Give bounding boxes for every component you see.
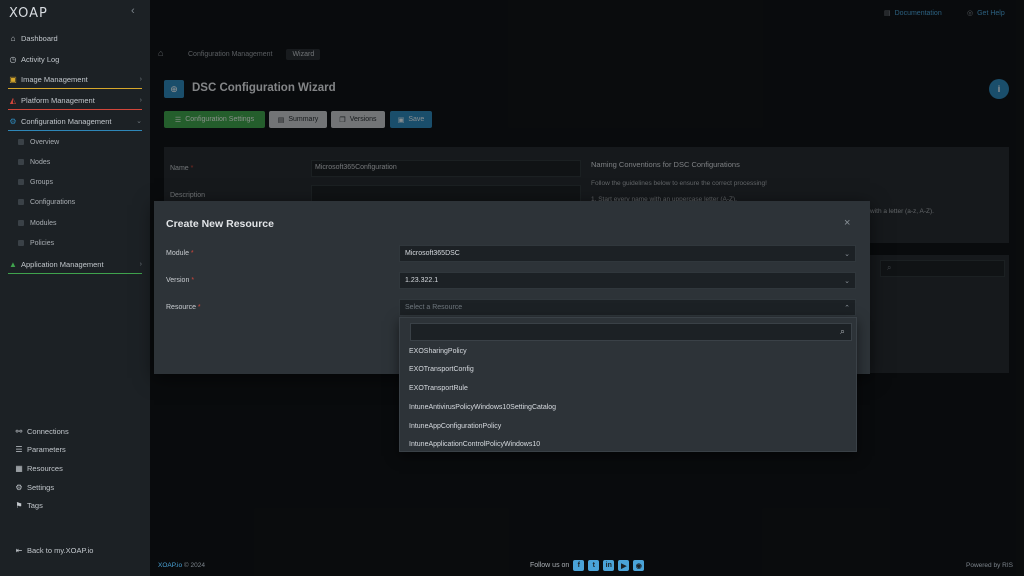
image-management-underline xyxy=(8,88,142,89)
configuration-management-underline xyxy=(8,130,142,131)
chevron-down-icon: ⌄ xyxy=(844,250,850,258)
sidebar-item-label: Dashboard xyxy=(21,33,58,43)
dashboard-icon: ⌂ xyxy=(10,33,16,43)
dropdown-option[interactable]: EXOTransportRule xyxy=(409,383,468,395)
sidebar-item-activity-log[interactable]: ◷ Activity Log xyxy=(8,51,142,67)
github-icon[interactable]: ◉ xyxy=(633,560,645,571)
resource-dropdown: ⌕ EXOSharingPolicy EXOTransportConfig EX… xyxy=(399,317,857,452)
sidebar-sub-policies[interactable]: Policies xyxy=(18,236,54,250)
sidebar-item-connections[interactable]: ⚯ Connections xyxy=(14,423,148,439)
sidebar: XOAP ‹ ⌂ Dashboard ◷ Activity Log ▣ Imag… xyxy=(0,0,150,576)
image-icon: ▣ xyxy=(9,74,17,84)
version-select[interactable]: 1.23.322.1 ⌄ xyxy=(399,272,856,289)
module-label: Module * xyxy=(166,250,194,257)
sidebar-item-label: Configuration Management xyxy=(21,116,112,126)
application-icon: ▲ xyxy=(9,259,17,269)
sidebar-item-configuration-management[interactable]: ⚙ Configuration Management ⌄ xyxy=(8,113,142,129)
chevron-down-icon: ⌄ xyxy=(844,277,850,285)
modal-title: Create New Resource xyxy=(166,218,274,230)
close-icon[interactable]: × xyxy=(844,217,850,229)
search-icon: ⌕ xyxy=(839,326,845,336)
xoap-logo[interactable]: XOAP xyxy=(9,6,48,21)
bullet-icon xyxy=(18,220,24,226)
back-to-portal-link[interactable]: ⇤ Back to my.XOAP.io xyxy=(14,542,148,558)
chevron-up-icon: ⌃ xyxy=(844,304,850,312)
resource-select[interactable]: Select a Resource ⌃ xyxy=(399,299,856,316)
sidebar-item-image-management[interactable]: ▣ Image Management › xyxy=(8,71,142,87)
sidebar-sub-nodes[interactable]: Nodes xyxy=(18,155,50,169)
youtube-icon[interactable]: ▶ xyxy=(618,560,630,571)
sidebar-item-parameters[interactable]: ☰ Parameters xyxy=(14,441,148,457)
sidebar-sub-overview[interactable]: Overview xyxy=(18,135,59,149)
twitter-icon[interactable]: t xyxy=(588,560,600,571)
sidebar-item-settings[interactable]: ⚙ Settings xyxy=(14,479,148,495)
dropdown-option[interactable]: IntuneApplicationControlPolicyWindows10 xyxy=(409,439,540,451)
bullet-icon xyxy=(18,199,24,205)
config-icon: ⚙ xyxy=(9,116,17,126)
footer-social: Follow us on f t in ▶ ◉ xyxy=(530,560,645,571)
chevron-right-icon: › xyxy=(139,96,142,104)
sidebar-item-application-management[interactable]: ▲ Application Management › xyxy=(8,256,142,272)
sidebar-sub-modules[interactable]: Modules xyxy=(18,216,56,230)
linkedin-icon[interactable]: in xyxy=(603,560,615,571)
collapse-sidebar-icon[interactable]: ‹ xyxy=(131,5,135,17)
chevron-right-icon: › xyxy=(139,75,142,83)
clock-icon: ◷ xyxy=(9,54,17,64)
facebook-icon[interactable]: f xyxy=(573,560,585,571)
sidebar-item-tags[interactable]: ⚑ Tags xyxy=(14,497,148,513)
version-label: Version * xyxy=(166,277,195,284)
bullet-icon xyxy=(18,159,24,165)
gear-icon: ⚙ xyxy=(15,482,23,492)
sidebar-item-label: Activity Log xyxy=(21,54,60,64)
footer-brand-link[interactable]: XOAP.io xyxy=(158,562,182,569)
bullet-icon xyxy=(18,139,24,145)
resource-label: Resource * xyxy=(166,304,201,311)
dropdown-option[interactable]: EXOTransportConfig xyxy=(409,364,474,376)
resource-search-input[interactable]: ⌕ xyxy=(410,323,852,341)
sidebar-item-platform-management[interactable]: ◭ Platform Management › xyxy=(8,92,142,108)
sidebar-sub-groups[interactable]: Groups xyxy=(18,175,53,189)
dropdown-option[interactable]: IntuneAppConfigurationPolicy xyxy=(409,421,501,433)
sidebar-item-label: Platform Management xyxy=(21,95,95,105)
bookmark-icon: ⚑ xyxy=(15,500,23,510)
chevron-right-icon: › xyxy=(139,260,142,268)
chevron-down-icon: ⌄ xyxy=(136,118,142,125)
platform-management-underline xyxy=(8,109,142,110)
footer-powered-by: Powered by RIS xyxy=(966,562,1013,569)
module-select[interactable]: Microsoft365DSC ⌄ xyxy=(399,245,856,262)
sidebar-item-dashboard[interactable]: ⌂ Dashboard xyxy=(8,30,142,46)
link-icon: ⚯ xyxy=(15,426,23,436)
list-icon: ☰ xyxy=(15,444,23,454)
bullet-icon xyxy=(18,179,24,185)
grid-icon: ▦ xyxy=(15,463,23,473)
sidebar-sub-configurations[interactable]: Configurations xyxy=(18,195,75,209)
sidebar-item-label: Image Management xyxy=(21,74,88,84)
sidebar-item-label: Application Management xyxy=(21,259,104,269)
dropdown-option[interactable]: EXOSharingPolicy xyxy=(409,346,467,358)
dropdown-option[interactable]: IntuneAntivirusPolicyWindows10SettingCat… xyxy=(409,402,556,414)
platform-icon: ◭ xyxy=(9,95,17,105)
exit-icon: ⇤ xyxy=(15,545,23,555)
footer-copyright: XOAP.io © 2024 xyxy=(158,562,205,569)
sidebar-item-resources[interactable]: ▦ Resources xyxy=(14,460,148,476)
application-management-underline xyxy=(8,273,142,274)
bullet-icon xyxy=(18,240,24,246)
